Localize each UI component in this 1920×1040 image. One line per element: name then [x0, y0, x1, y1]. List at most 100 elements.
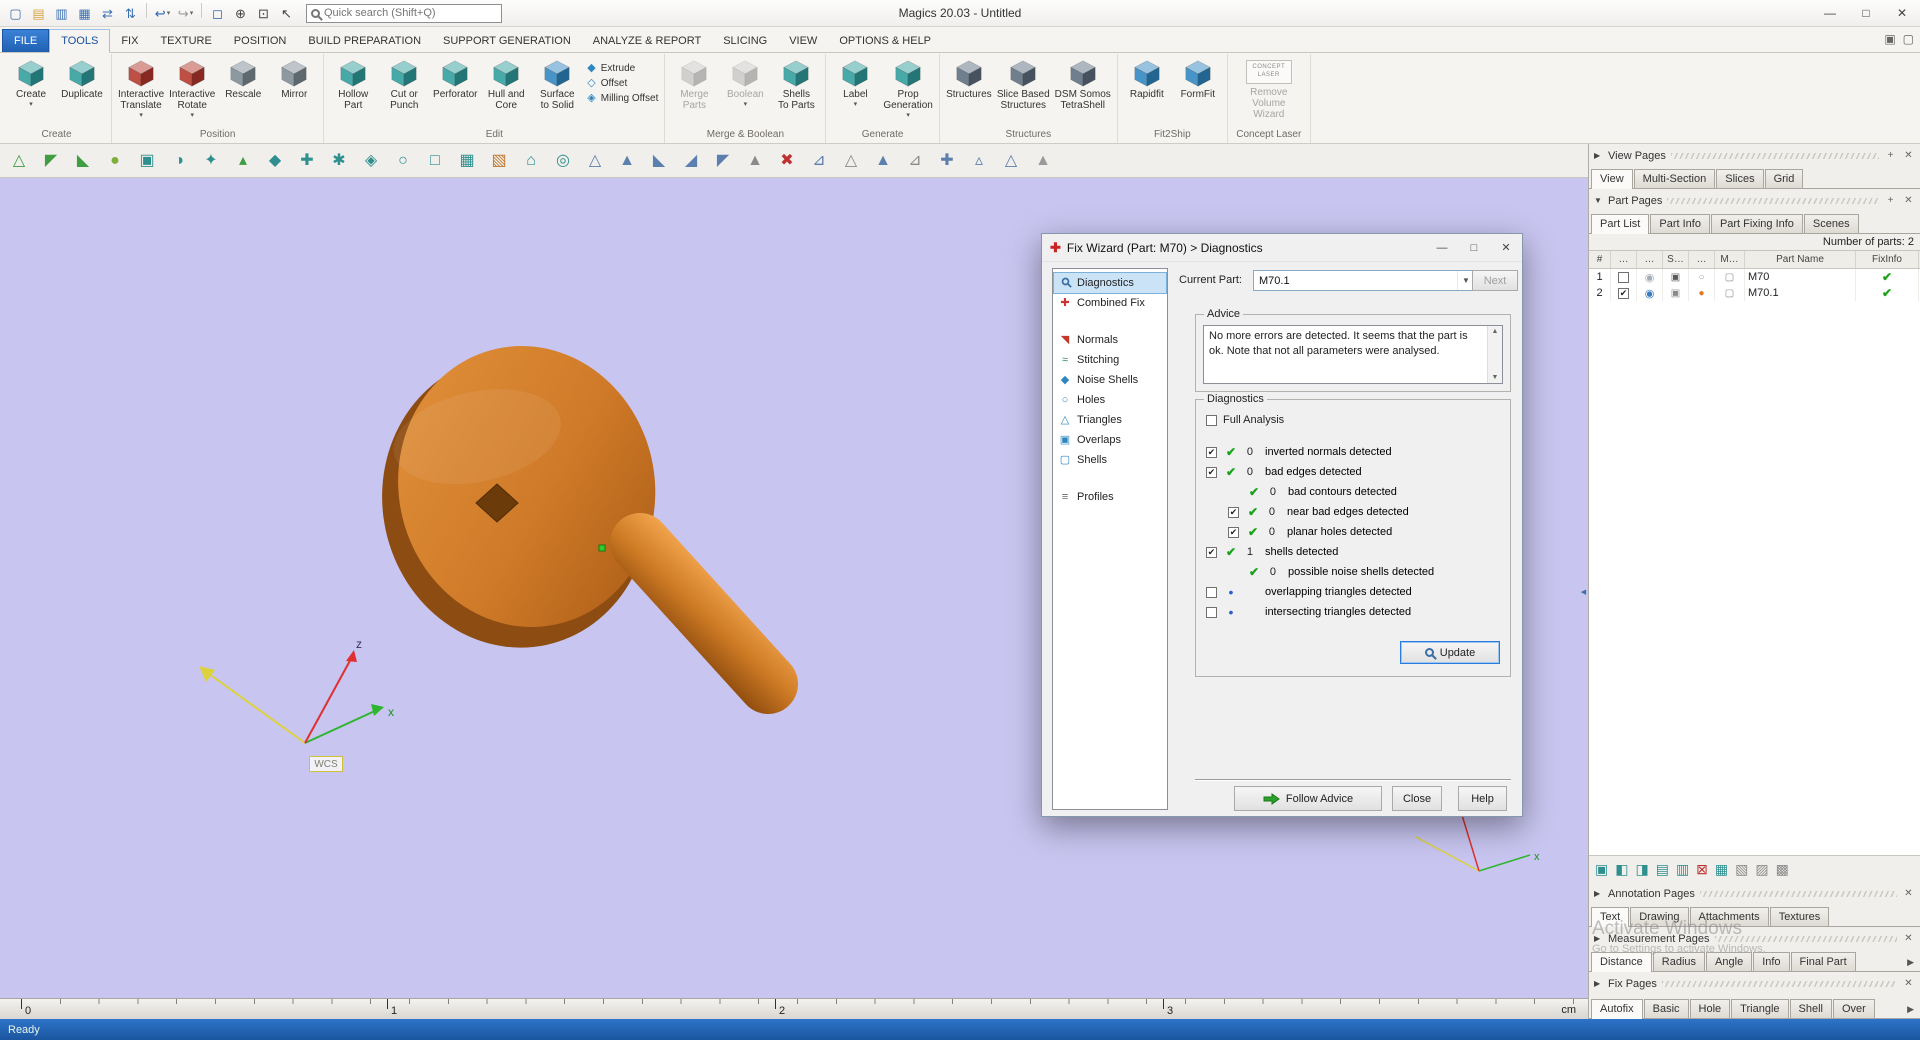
part-checkbox[interactable] [1618, 271, 1629, 283]
diagnostic-checkbox[interactable]: ✔ [1206, 546, 1217, 558]
ribbon-button-interactive-translate[interactable]: Interactive Translate ▾ [116, 56, 166, 120]
maximize-button[interactable]: □ [1848, 0, 1884, 26]
full-analysis-checkbox[interactable] [1206, 414, 1217, 426]
close-pages-icon[interactable]: ✕ [1902, 978, 1915, 989]
follow-advice-button[interactable]: Follow Advice [1234, 786, 1382, 811]
part-row[interactable]: 2 ✔ ◉ ▣ ● ▢ M70.1 ✔ [1589, 285, 1920, 301]
ribbon-button-offset[interactable]: ◇ Offset [587, 78, 658, 90]
pointer-icon[interactable]: ↖ [276, 3, 297, 23]
duplicate-part-icon[interactable]: ▤ [1656, 862, 1669, 876]
fix-nav-normals[interactable]: ◥ Normals [1054, 330, 1166, 350]
view-part-icon[interactable]: ▣ [1595, 862, 1608, 876]
view-tab-view[interactable]: View [1591, 169, 1633, 189]
ribbon-button-dsm-somos-tetrashell[interactable]: DSM Somos TetraShell [1053, 56, 1113, 111]
gem-select-icon[interactable]: ◈ [359, 149, 383, 173]
ribbon-button-hollow-part[interactable]: Hollow Part [328, 56, 378, 111]
merge-part-icon[interactable]: ▥ [1676, 862, 1689, 876]
target-view-icon[interactable]: ◎ [551, 149, 575, 173]
fix-nav-profiles[interactable]: ≡ Profiles [1054, 487, 1166, 507]
ribbon-button-formfit[interactable]: FormFit [1173, 56, 1223, 100]
fix-nav-shells[interactable]: ▢ Shells [1054, 450, 1166, 470]
panel-collapse-arrow-icon[interactable]: ◀ [1579, 574, 1588, 610]
ribbon-button-milling-offset[interactable]: ◈ Milling Offset [587, 93, 658, 105]
ribbon-button-create[interactable]: Create ▾ [6, 56, 56, 109]
add-page-icon[interactable]: + [1884, 195, 1897, 206]
select-box-icon[interactable]: ◻ [207, 3, 228, 23]
delete-part-icon[interactable]: ⊠ [1696, 862, 1708, 876]
menu-tab-slicing[interactable]: SLICING [712, 30, 778, 52]
ribbon-button-perforator[interactable]: Perforator [430, 56, 480, 100]
measurement-tab-angle[interactable]: Angle [1706, 952, 1753, 971]
tab-scroll-right-icon[interactable]: ▶ [1903, 1004, 1918, 1018]
brush-selection-icon[interactable]: ◑ [167, 149, 191, 173]
final-triangle-icon[interactable]: ▲ [1031, 149, 1055, 173]
menu-tab-view[interactable]: VIEW [778, 30, 828, 52]
section-arrow-icon[interactable]: ▶ [1594, 151, 1603, 160]
ribbon-button-label[interactable]: Label ▾ [830, 56, 880, 109]
ribbon-button-surface-to-solid[interactable]: Surface to Solid [532, 56, 582, 111]
view-tab-multi-section[interactable]: Multi-Section [1633, 169, 1716, 188]
fix-triangle-f-icon[interactable]: ▲ [743, 149, 767, 173]
fix-triangle-e-icon[interactable]: ◤ [711, 149, 735, 173]
advice-scrollbar[interactable]: ▲ ▼ [1487, 326, 1502, 383]
fix-nav-combined-fix[interactable]: ✚ Combined Fix [1054, 293, 1166, 313]
menu-tab-position[interactable]: POSITION [223, 30, 298, 52]
hide-part-icon[interactable]: ▨ [1755, 862, 1768, 876]
annotation-tab-attachments[interactable]: Attachments [1689, 907, 1769, 926]
part-m70-disc[interactable] [354, 322, 685, 673]
current-part-dropdown[interactable]: M70.1 ▼ [1253, 270, 1475, 291]
detail-triangle-icon[interactable]: ▵ [967, 149, 991, 173]
dialog-close-button[interactable]: ✕ [1490, 234, 1522, 261]
fix-triangle-b-icon[interactable]: ▲ [615, 149, 639, 173]
measurement-tab-radius[interactable]: Radius [1652, 952, 1706, 971]
menu-tab-file[interactable]: FILE [2, 29, 50, 52]
next-button[interactable]: Next [1472, 270, 1518, 291]
part-row[interactable]: 1 ◉ ▣ ○ ▢ M70 ✔ [1589, 269, 1920, 285]
diagnostic-checkbox[interactable]: ✔ [1228, 506, 1239, 518]
part-checkbox-checked[interactable]: ✔ [1618, 287, 1629, 299]
diagnostic-checkbox[interactable] [1206, 586, 1217, 598]
scroll-down-icon[interactable]: ▼ [1492, 374, 1499, 381]
fix-tab-triangle[interactable]: Triangle [1731, 999, 1789, 1018]
fix-nav-holes[interactable]: ○ Holes [1054, 390, 1166, 410]
part-m70-handle[interactable] [610, 513, 798, 714]
ribbon-button-shells-to-parts[interactable]: Shells To Parts [771, 56, 821, 111]
mark-triangle-icon[interactable]: △ [7, 149, 31, 173]
menu-tab-texture[interactable]: TEXTURE [149, 30, 222, 52]
diagnostic-checkbox[interactable] [1206, 606, 1217, 618]
redo-icon[interactable]: ↪ ▾ [175, 3, 196, 23]
ribbon-button-extrude[interactable]: ◆ Extrude [587, 63, 658, 75]
scroll-up-icon[interactable]: ▲ [1492, 328, 1499, 335]
part-info-icon[interactable]: ▦ [1715, 862, 1728, 876]
cross-select-icon[interactable]: ✚ [295, 149, 319, 173]
cube-select-icon[interactable]: ▧ [487, 149, 511, 173]
star-select-icon[interactable]: ✱ [327, 149, 351, 173]
close-pages-icon[interactable]: ✕ [1902, 150, 1915, 161]
menu-tab-fix[interactable]: FIX [110, 30, 149, 52]
close-button[interactable]: Close [1392, 786, 1442, 811]
undo-icon[interactable]: ↩ ▾ [152, 3, 173, 23]
new-file-icon[interactable]: ▢ [5, 3, 26, 23]
annotation-tab-drawing[interactable]: Drawing [1630, 907, 1689, 926]
zoom-in-icon[interactable]: ⊕ [230, 3, 251, 23]
close-pages-icon[interactable]: ✕ [1902, 933, 1915, 944]
ribbon-button-cut-or-punch[interactable]: Cut or Punch [379, 56, 429, 111]
add-page-icon[interactable]: + [1884, 150, 1897, 161]
close-pages-icon[interactable]: ✕ [1902, 195, 1915, 206]
export-part-icon[interactable]: ⇅ [120, 3, 141, 23]
save-icon[interactable]: ▥ [51, 3, 72, 23]
diagnostic-checkbox[interactable]: ✔ [1206, 466, 1217, 478]
help-button[interactable]: Help [1458, 786, 1507, 811]
ribbon-button-hull-and-core[interactable]: Hull and Core [481, 56, 531, 111]
selection-mode-icon[interactable]: ▣ [1884, 32, 1895, 46]
fix-triangle-d-icon[interactable]: ◢ [679, 149, 703, 173]
fix-nav-noise-shells[interactable]: ◆ Noise Shells [1054, 370, 1166, 390]
home-view-icon[interactable]: ⌂ [519, 149, 543, 173]
visibility-eye-icon[interactable]: ◉ [1645, 271, 1655, 284]
measurement-tab-final-part[interactable]: Final Part [1790, 952, 1856, 971]
circle-select-icon[interactable]: ○ [391, 149, 415, 173]
fix-nav-overlaps[interactable]: ▣ Overlaps [1054, 430, 1166, 450]
mark-plane-icon[interactable]: ◤ [39, 149, 63, 173]
part-tab-part-list[interactable]: Part List [1591, 214, 1650, 234]
annotation-tab-textures[interactable]: Textures [1769, 907, 1830, 926]
